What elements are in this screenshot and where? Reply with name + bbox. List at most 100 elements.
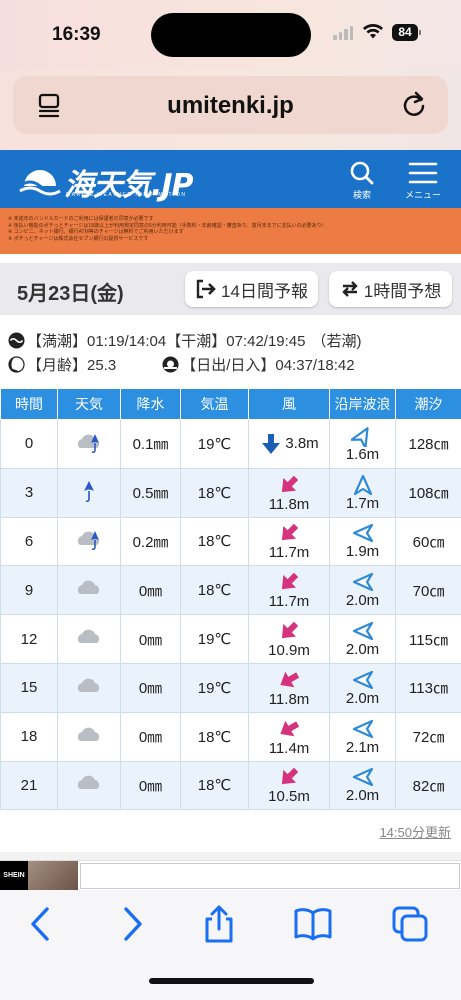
moon-icon xyxy=(8,356,25,373)
tabs-icon[interactable] xyxy=(390,904,430,944)
date-row: 5月23日(金) 14日間予報 1時間予想 xyxy=(0,263,461,315)
cell-precip: 0.1㎜ xyxy=(120,419,181,469)
wind-speed: 11.7m xyxy=(268,544,310,562)
cell-wave: 2.0m xyxy=(329,662,396,713)
browser-toolbar xyxy=(0,890,461,1000)
cloud-icon xyxy=(77,727,100,741)
cell-wind: 11.7m xyxy=(248,565,330,616)
cell-time: 21 xyxy=(0,760,58,811)
cell-tide: 72㎝ xyxy=(395,711,461,762)
wave-height: 2.0m xyxy=(345,641,380,659)
wind-direction-arrow-icon xyxy=(262,433,281,454)
wave-height: 2.1m xyxy=(345,738,380,756)
menu-label: メニュー xyxy=(404,190,441,200)
search-icon xyxy=(350,161,374,185)
wave-height: 1.6m xyxy=(345,445,380,463)
tide-info-row: 【満潮】01:19/14:04 【干潮】07:42/19:45 （若潮) xyxy=(8,330,362,351)
col-header-precip: 降水 xyxy=(120,388,181,420)
cell-temp: 19℃ xyxy=(180,419,249,469)
cloud-icon xyxy=(77,776,100,790)
high-tide-text: 【満潮】01:19/14:04 xyxy=(27,333,167,350)
cell-weather xyxy=(57,467,121,518)
wave-height: 2.0m xyxy=(345,787,380,805)
wave-height: 1.7m xyxy=(345,494,380,512)
umbrella-icon xyxy=(84,480,94,502)
table-row: 15 0㎜ 19℃ 11.8m 2.0m 113㎝ xyxy=(0,662,461,713)
wave-direction-arrow-icon xyxy=(352,670,373,689)
sunrise-icon xyxy=(162,356,179,373)
ad-banner[interactable]: ※ 未成年のバンドルカードのご利用には保護者の同意が必要です ※ 後払い機能のポ… xyxy=(0,208,461,254)
share-icon[interactable] xyxy=(199,904,239,944)
header-menu-button[interactable]: メニュー xyxy=(404,160,442,206)
cell-wave: 2.1m xyxy=(329,711,396,762)
table-row: 18 0㎜ 18℃ 11.4m 2.1m 72㎝ xyxy=(0,711,461,762)
cell-wave: 1.9m xyxy=(329,516,396,567)
table-row: 9 0㎜ 18℃ 11.7m 2.0m 70㎝ xyxy=(0,565,461,616)
table-row: 12 0㎜ 19℃ 10.9m 2.0m 115㎝ xyxy=(0,614,461,664)
cell-time: 18 xyxy=(0,711,58,762)
header-search-button[interactable]: 検索 xyxy=(345,160,379,206)
table-row: 21 0㎜ 18℃ 10.5m 2.0m 82㎝ xyxy=(0,760,461,811)
cellular-signal-icon xyxy=(333,26,353,40)
cell-wind: 11.7m xyxy=(248,516,330,567)
cell-weather xyxy=(57,614,121,664)
bottom-ad[interactable]: SHEIN xyxy=(0,860,461,891)
dynamic-island xyxy=(151,13,311,57)
forward-icon[interactable] xyxy=(112,904,152,944)
cell-time: 6 xyxy=(0,516,58,567)
cell-wave: 1.6m xyxy=(329,419,396,469)
cell-wind: 11.4m xyxy=(248,711,330,762)
cell-temp: 18℃ xyxy=(180,516,249,567)
status-bar: 16:39 84 xyxy=(0,0,461,70)
cell-wave: 2.0m xyxy=(329,565,396,616)
cell-weather xyxy=(57,565,121,616)
col-header-wind: 風 xyxy=(248,388,330,420)
bookmarks-icon[interactable] xyxy=(293,904,333,944)
wind-direction-arrow-icon xyxy=(280,671,300,688)
cell-temp: 18℃ xyxy=(180,760,249,811)
cell-tide: 108㎝ xyxy=(395,467,461,518)
col-header-time: 時間 xyxy=(0,388,58,420)
wind-direction-arrow-icon xyxy=(280,720,300,736)
site-header: 海天気.JP MARINE WEATHER INFORMATION 検索 メニュ… xyxy=(0,150,461,208)
table-header-row: 時間 天気 降水 気温 風 沿岸波浪 潮汐 xyxy=(0,388,461,420)
cell-tide: 113㎝ xyxy=(395,662,461,713)
col-header-temp: 気温 xyxy=(180,388,249,420)
url-text[interactable]: umitenki.jp xyxy=(13,92,448,120)
banner-line: ※ ポチっとチャージは株式会社セブン銀行の提供サービスです xyxy=(8,235,149,242)
wave-height: 2.0m xyxy=(345,689,380,707)
wind-direction-arrow-icon xyxy=(281,573,299,590)
cell-time: 12 xyxy=(0,614,58,664)
cell-temp: 18℃ xyxy=(180,565,249,616)
1-hour-forecast-button[interactable]: 1時間予想 xyxy=(329,271,452,307)
sunrise-sunset-text: 【日出/日入】04:37/18:42 xyxy=(181,357,355,374)
cloud-icon xyxy=(77,629,100,644)
divider xyxy=(0,852,461,860)
back-icon[interactable] xyxy=(21,904,61,944)
wave-direction-arrow-icon xyxy=(352,573,373,592)
site-logo[interactable]: 海天気.JP MARINE WEATHER INFORMATION xyxy=(18,158,198,203)
cloud-rain-icon xyxy=(77,531,100,551)
wave-height: 1.9m xyxy=(345,543,380,561)
wind-speed: 11.7m xyxy=(268,593,310,611)
cell-weather xyxy=(57,419,121,469)
reload-icon[interactable] xyxy=(401,90,429,118)
cell-time: 9 xyxy=(0,565,58,616)
exit-arrow-icon xyxy=(196,279,216,299)
cell-precip: 0㎜ xyxy=(120,662,181,713)
cell-tide: 115㎝ xyxy=(395,614,461,664)
14-day-forecast-label: 14日間予報 xyxy=(221,281,308,301)
cell-precip: 0㎜ xyxy=(120,711,181,762)
wind-speed: 11.4m xyxy=(268,739,310,757)
wind-speed: 3.8m xyxy=(285,435,319,453)
cell-temp: 19℃ xyxy=(180,614,249,664)
cell-wind: 10.5m xyxy=(248,760,330,811)
wifi-icon xyxy=(363,24,383,39)
address-bar[interactable]: umitenki.jp xyxy=(13,76,448,134)
last-updated-link[interactable]: 14:50分更新 xyxy=(379,822,451,841)
ad-brand-logo: SHEIN xyxy=(0,861,28,891)
hamburger-menu-icon xyxy=(408,162,438,184)
wave-direction-arrow-icon xyxy=(353,474,372,495)
14-day-forecast-button[interactable]: 14日間予報 xyxy=(185,271,318,307)
cell-wave: 2.0m xyxy=(329,760,396,811)
